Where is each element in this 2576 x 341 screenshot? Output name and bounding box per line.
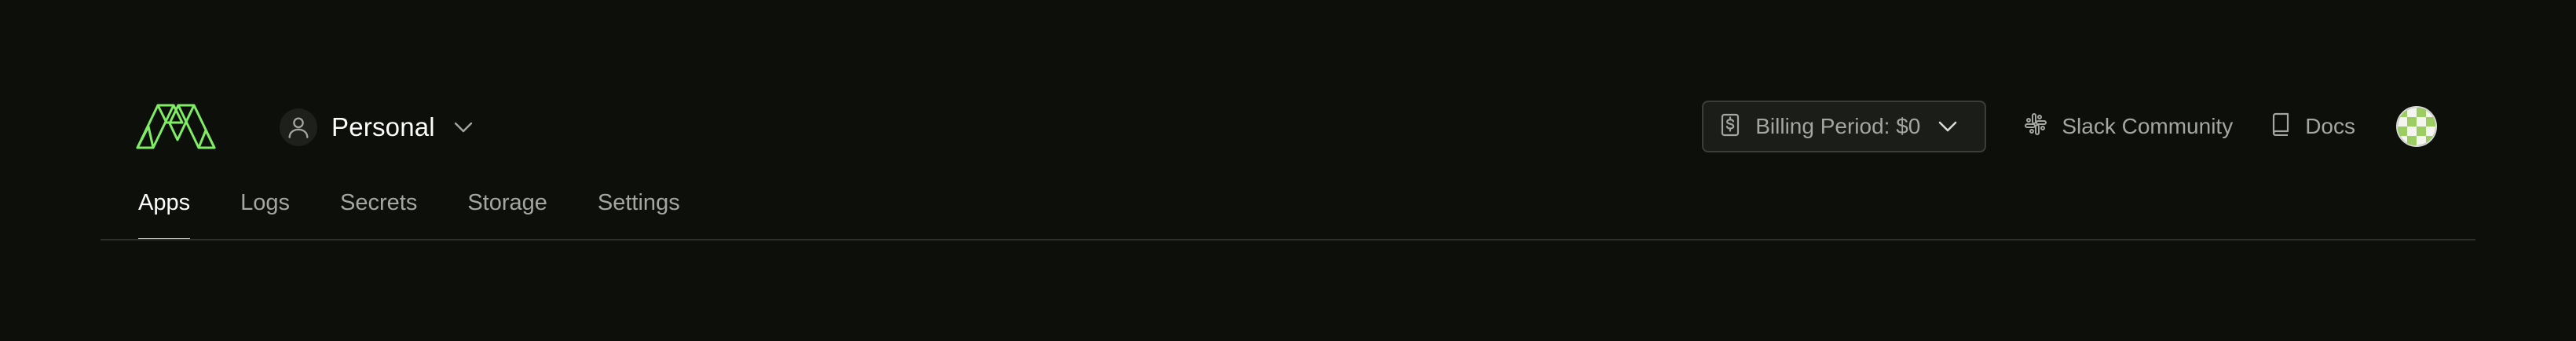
dollar-receipt-icon	[1721, 113, 1740, 141]
workspace-name: Personal	[331, 112, 435, 141]
chevron-down-icon	[452, 116, 474, 138]
slack-community-link[interactable]: Slack Community	[2024, 112, 2233, 141]
docs-link[interactable]: Docs	[2270, 112, 2355, 141]
tab-secrets[interactable]: Secrets	[340, 185, 417, 239]
tabs-divider	[101, 239, 2475, 240]
tab-label: Secrets	[340, 190, 418, 215]
tab-label: Settings	[597, 190, 680, 215]
user-avatar[interactable]	[2396, 106, 2437, 147]
user-icon	[280, 108, 317, 146]
docs-label: Docs	[2305, 114, 2355, 138]
tab-label: Logs	[240, 190, 290, 215]
tab-logs[interactable]: Logs	[240, 185, 290, 239]
tab-storage[interactable]: Storage	[467, 185, 547, 239]
tab-apps[interactable]: Apps	[138, 185, 191, 240]
slack-community-label: Slack Community	[2062, 114, 2234, 138]
billing-period-label: Billing Period: $0	[1755, 114, 1921, 138]
header-actions: Billing Period: $0 Slack Community Docs	[1702, 100, 2437, 153]
billing-period-dropdown[interactable]: Billing Period: $0	[1702, 101, 1987, 152]
slack-icon	[2024, 112, 2047, 141]
tab-label: Apps	[138, 190, 191, 215]
tab-label: Storage	[467, 190, 547, 215]
workspace-switcher[interactable]: Personal	[280, 107, 474, 148]
tab-settings[interactable]: Settings	[598, 185, 680, 239]
brand-logo-icon[interactable]	[135, 102, 218, 151]
page: Personal Billing Period: $0 Slack Commun…	[0, 0, 2576, 341]
checkered-avatar-icon	[2398, 108, 2435, 145]
main-tabs: Apps Logs Secrets Storage Settings	[138, 185, 730, 240]
chevron-down-icon	[1937, 120, 1958, 133]
book-icon	[2270, 112, 2291, 141]
